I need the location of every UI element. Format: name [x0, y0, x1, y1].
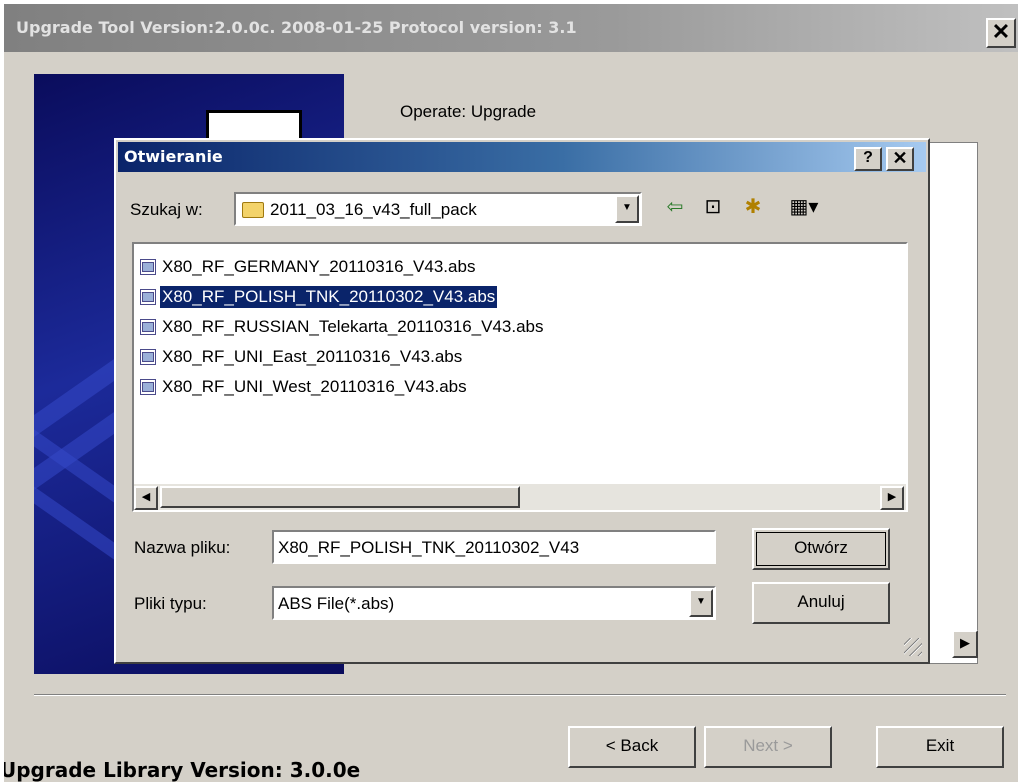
file-icon: [140, 349, 156, 365]
dialog-title: Otwieranie: [124, 147, 223, 166]
look-in-label: Szukaj w:: [130, 200, 203, 219]
view-menu-icon[interactable]: ▦▾: [784, 194, 824, 220]
chevron-down-icon[interactable]: ▼: [689, 589, 713, 617]
file-name: X80_RF_GERMANY_20110316_V43.abs: [162, 257, 476, 276]
exit-button[interactable]: Exit: [876, 726, 1004, 768]
file-icon: [140, 259, 156, 275]
filename-input[interactable]: X80_RF_POLISH_TNK_20110302_V43: [272, 530, 716, 564]
file-icon: [140, 379, 156, 395]
resize-grip-icon[interactable]: [904, 638, 922, 656]
open-file-dialog: Otwieranie ? ✕ Szukaj w: 2011_03_16_v43_…: [114, 138, 930, 664]
file-name: X80_RF_UNI_West_20110316_V43.abs: [162, 377, 467, 396]
filename-value: X80_RF_POLISH_TNK_20110302_V43: [278, 538, 580, 557]
back-icon[interactable]: ⇦: [662, 194, 688, 220]
file-item[interactable]: X80_RF_UNI_West_20110316_V43.abs: [140, 374, 469, 400]
folder-icon: [242, 202, 264, 218]
chevron-down-icon[interactable]: ▼: [615, 195, 639, 223]
file-name: X80_RF_RUSSIAN_Telekarta_20110316_V43.ab…: [162, 317, 544, 336]
filetype-dropdown[interactable]: ABS File(*.abs) ▼: [272, 586, 716, 620]
file-name: X80_RF_POLISH_TNK_20110302_V43.abs: [160, 286, 498, 308]
file-name: X80_RF_UNI_East_20110316_V43.abs: [162, 347, 463, 366]
dialog-close-button[interactable]: ✕: [886, 147, 914, 171]
open-button[interactable]: Otwórz: [752, 528, 890, 570]
horizontal-scrollbar[interactable]: ◀ ▶: [134, 484, 906, 510]
file-item[interactable]: X80_RF_RUSSIAN_Telekarta_20110316_V43.ab…: [140, 314, 546, 340]
operate-label: Operate: Upgrade: [400, 102, 537, 121]
main-close-button[interactable]: ✕: [986, 18, 1016, 48]
divider: [34, 694, 1006, 696]
file-item-selected[interactable]: X80_RF_POLISH_TNK_20110302_V43.abs: [140, 284, 498, 310]
file-item[interactable]: X80_RF_GERMANY_20110316_V43.abs: [140, 254, 477, 280]
filetype-value: ABS File(*.abs): [278, 594, 395, 613]
new-folder-icon[interactable]: ✱: [740, 194, 766, 220]
library-version-label: Upgrade Library Version: 3.0.0e: [4, 758, 361, 782]
main-titlebar: Upgrade Tool Version:2.0.0c. 2008-01-25 …: [4, 4, 1018, 52]
filename-label: Nazwa pliku:: [134, 538, 231, 557]
scroll-left-icon[interactable]: ◀: [134, 486, 158, 510]
help-button[interactable]: ?: [854, 147, 882, 171]
scroll-right-icon[interactable]: ▶: [880, 486, 904, 510]
back-button[interactable]: < Back: [568, 726, 696, 768]
file-icon: [140, 319, 156, 335]
cancel-button[interactable]: Anuluj: [752, 582, 890, 624]
next-button[interactable]: Next >: [704, 726, 832, 768]
file-icon: [140, 289, 156, 305]
look-in-value: 2011_03_16_v43_full_pack: [270, 200, 477, 219]
look-in-dropdown[interactable]: 2011_03_16_v43_full_pack ▼: [234, 192, 642, 226]
dialog-titlebar: Otwieranie ? ✕: [118, 142, 926, 172]
window-title: Upgrade Tool Version:2.0.0c. 2008-01-25 …: [16, 18, 577, 37]
scroll-right-icon[interactable]: ▶: [952, 630, 978, 658]
scrollbar-thumb[interactable]: [160, 486, 520, 508]
file-item[interactable]: X80_RF_UNI_East_20110316_V43.abs: [140, 344, 464, 370]
file-list: X80_RF_GERMANY_20110316_V43.abs X80_RF_P…: [132, 242, 908, 512]
up-folder-icon[interactable]: ⊡: [700, 194, 726, 220]
filetype-label: Pliki typu:: [134, 594, 207, 613]
